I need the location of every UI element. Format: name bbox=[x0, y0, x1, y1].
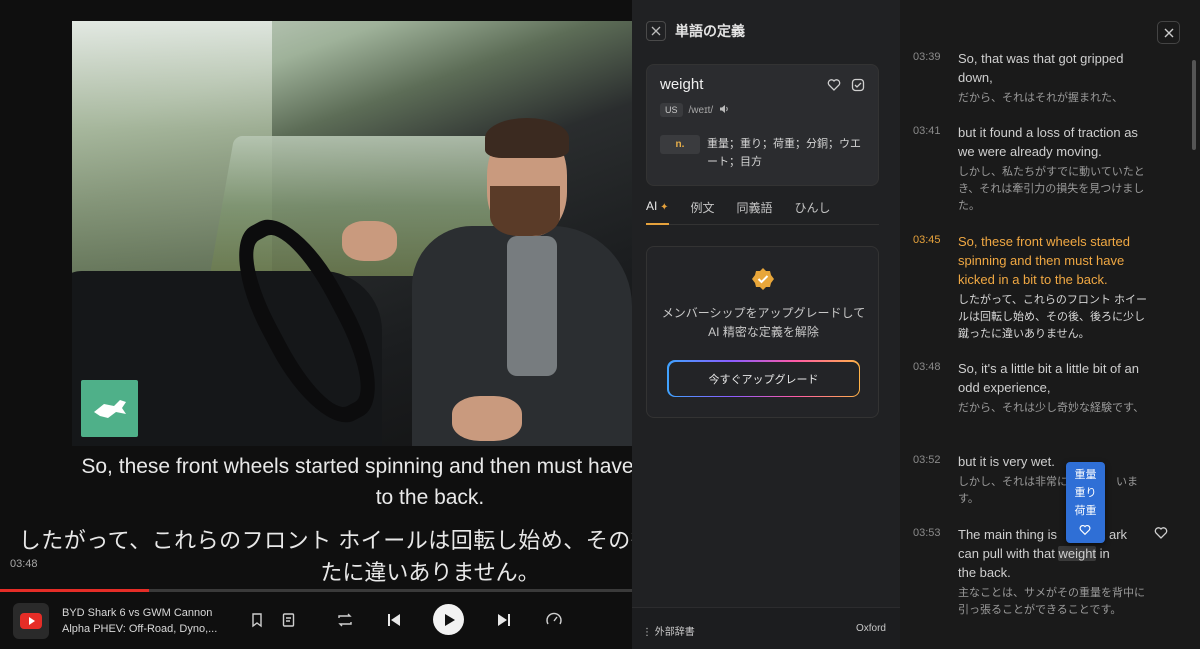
subtitle-english-line1[interactable]: So, these front wheels started spinning … bbox=[0, 455, 632, 479]
segment-time[interactable]: 03:39 bbox=[913, 51, 941, 63]
player-controls: BYD Shark 6 vs GWM Cannon Alpha PHEV: Of… bbox=[0, 592, 632, 649]
video-title-line2: Alpha PHEV: Off-Road, Dyno,... bbox=[62, 623, 218, 635]
segment-english[interactable]: The main thing is ark can pull with that … bbox=[958, 525, 1148, 582]
upgrade-message: メンバーシップをアップグレードして AI 精密な定義を解除 bbox=[661, 306, 866, 339]
speaker-icon[interactable] bbox=[719, 104, 729, 117]
subtitle-japanese-line1[interactable]: したがって、これらのフロント ホイールは回転し始め、その後、後ろに少し蹴っ bbox=[0, 523, 632, 555]
word-meaning: 重量；重り；荷重；分銅；ウエート；目方 bbox=[707, 138, 861, 168]
external-dictionary[interactable]: ⋮ 外部辞書 bbox=[642, 623, 695, 638]
phonetic-text: /weɪt/ bbox=[688, 104, 714, 116]
tab-part-of-speech[interactable]: ひんし bbox=[795, 199, 831, 225]
bookmark-icon[interactable] bbox=[245, 608, 269, 632]
video-frame[interactable] bbox=[72, 21, 632, 446]
segment-japanese: だから、それはそれが握まれた、 bbox=[958, 92, 1123, 104]
segment-japanese: しかし、それは非常に います。 bbox=[958, 474, 1148, 508]
segment-japanese-part: しかし、それは非常に bbox=[958, 476, 1068, 488]
loop-icon[interactable] bbox=[333, 608, 357, 632]
transcript-scrollbar[interactable] bbox=[1192, 60, 1196, 150]
segment-japanese: だから、それは少し奇妙な経験です、 bbox=[958, 402, 1145, 414]
segment-time[interactable]: 03:52 bbox=[913, 454, 941, 466]
upgrade-button-label: 今すぐアップグレード bbox=[668, 361, 859, 396]
segment-english-part[interactable]: can pull with that bbox=[958, 546, 1058, 561]
segment-japanese: したがって、これらのフロント ホイールは回転し始め、その後、後ろに少し蹴ったに違… bbox=[958, 294, 1147, 340]
app-root: So, these front wheels started spinning … bbox=[0, 0, 1200, 649]
segment-time[interactable]: 03:41 bbox=[913, 125, 941, 137]
segment-english[interactable]: So, that was that got gripped down, bbox=[958, 49, 1148, 87]
popup-heart-icon[interactable] bbox=[1078, 524, 1092, 538]
selected-word[interactable]: weight bbox=[1058, 546, 1097, 561]
definition-panel: 単語の定義 weight US /weɪt/ n. 重量；重り；荷重；分銅；ウエ bbox=[632, 0, 900, 649]
previous-icon[interactable] bbox=[382, 608, 406, 632]
verified-badge-icon bbox=[751, 267, 775, 291]
segment-japanese: しかし、私たちがすでに動いていたとき、それは牽引力の損失を見つけました。 bbox=[958, 166, 1145, 212]
definition-title: 単語の定義 bbox=[675, 23, 745, 39]
definition-footer: ⋮ 外部辞書 Oxford bbox=[632, 607, 900, 649]
video-title[interactable]: BYD Shark 6 vs GWM Cannon Alpha PHEV: Of… bbox=[62, 605, 232, 637]
oxford-source[interactable]: Oxford bbox=[856, 623, 886, 634]
ai-upgrade-card: メンバーシップをアップグレードして AI 精密な定義を解除 今すぐアップグレード bbox=[646, 246, 879, 418]
tab-ai[interactable]: AI ✦ bbox=[646, 199, 669, 225]
favorite-heart-icon[interactable] bbox=[827, 78, 841, 97]
external-dictionary-label: 外部辞書 bbox=[654, 627, 695, 638]
speed-icon[interactable] bbox=[542, 608, 566, 632]
current-time: 03:48 bbox=[10, 558, 38, 570]
segment-english[interactable]: but it is very wet. bbox=[958, 452, 1148, 471]
video-title-line1: BYD Shark 6 vs GWM Cannon bbox=[62, 607, 213, 619]
part-of-speech: n. bbox=[660, 135, 700, 154]
definition-tabs: AI ✦ 例文 同義語 ひんし bbox=[646, 199, 879, 225]
segment-time[interactable]: 03:53 bbox=[913, 527, 941, 539]
word-headword: weight bbox=[660, 76, 704, 93]
segment-english[interactable]: but it found a loss of traction as we we… bbox=[958, 123, 1148, 161]
segment-english-part[interactable]: the back. bbox=[958, 565, 1011, 580]
upgrade-button[interactable]: 今すぐアップグレード bbox=[667, 360, 860, 397]
definition-header: 単語の定義 bbox=[646, 20, 886, 42]
subtitle-english-line2[interactable]: to the back. bbox=[0, 486, 632, 510]
youtube-icon[interactable] bbox=[13, 603, 49, 639]
pronunciation: US /weɪt/ bbox=[660, 103, 729, 117]
channel-logo-icon bbox=[81, 380, 138, 437]
sparkle-icon: ✦ bbox=[657, 202, 669, 213]
favorite-sentence-heart-icon[interactable] bbox=[1154, 526, 1170, 542]
segment-english[interactable]: So, these front wheels started spinning … bbox=[958, 232, 1148, 289]
word-meaning-popup[interactable]: 重量 重り 荷重 bbox=[1066, 462, 1105, 543]
segment-english-part[interactable]: The main thing is bbox=[958, 527, 1057, 542]
popup-meaning: 荷重 bbox=[1074, 505, 1097, 517]
notes-icon[interactable] bbox=[277, 608, 301, 632]
mark-known-check-icon[interactable] bbox=[851, 78, 865, 97]
transcript-panel[interactable]: 03:39 So, that was that got gripped down… bbox=[900, 0, 1200, 649]
segment-time[interactable]: 03:45 bbox=[913, 234, 941, 246]
subtitle-japanese-line2[interactable]: たに違いありません。 bbox=[0, 555, 632, 587]
close-transcript-icon[interactable] bbox=[1157, 21, 1180, 44]
video-player[interactable]: So, these front wheels started spinning … bbox=[0, 0, 632, 649]
tab-examples[interactable]: 例文 bbox=[691, 199, 715, 225]
segment-japanese: 主なことは、サメがその重量を背中に引っ張ることができることです。 bbox=[958, 587, 1145, 616]
word-card: weight US /weɪt/ n. 重量；重り；荷重；分銅；ウエート；目方 bbox=[646, 64, 879, 186]
tab-ai-label: AI bbox=[646, 199, 658, 213]
popup-meaning: 重量 bbox=[1074, 469, 1097, 481]
popup-meaning: 重り bbox=[1074, 487, 1097, 499]
segment-english-part[interactable]: in bbox=[1096, 546, 1110, 561]
segment-time[interactable]: 03:48 bbox=[913, 361, 941, 373]
segment-english-part[interactable]: ark bbox=[1109, 527, 1127, 542]
tab-synonyms[interactable]: 同義語 bbox=[737, 199, 773, 225]
region-badge: US bbox=[660, 103, 683, 117]
segment-english[interactable]: So, it's a little bit a little bit of an… bbox=[958, 359, 1148, 397]
next-icon[interactable] bbox=[492, 608, 516, 632]
close-definition-icon[interactable] bbox=[646, 21, 666, 41]
play-button[interactable] bbox=[433, 604, 464, 635]
